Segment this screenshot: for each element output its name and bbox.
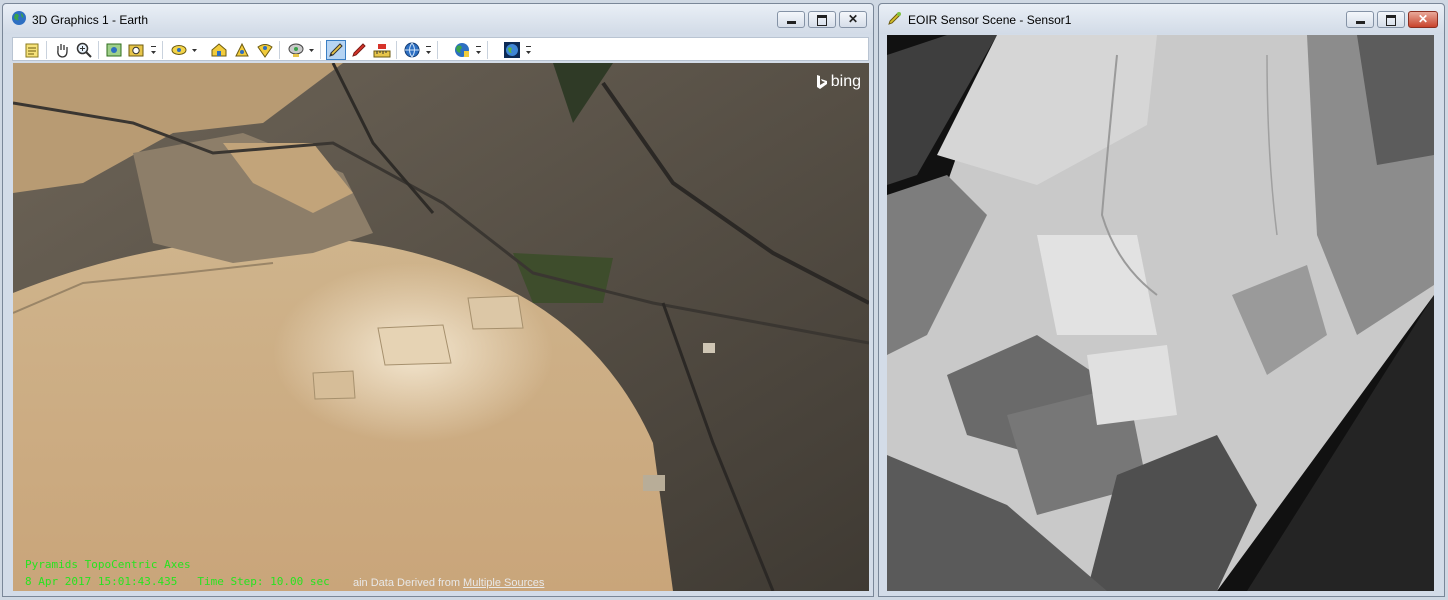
sensor-grayscale-image: [887, 35, 1434, 591]
chevron-down-icon[interactable]: [525, 44, 532, 56]
bing-icon: [816, 75, 827, 89]
sensor-window: EOIR Sensor Scene - Sensor1 ✕: [878, 3, 1445, 597]
scenario-time: 8 Apr 2017 15:01:43.435: [25, 575, 178, 588]
home-view-icon[interactable]: [210, 41, 228, 59]
chevron-down-icon[interactable]: [191, 44, 198, 56]
chevron-down-icon[interactable]: [150, 44, 157, 56]
close-icon: ✕: [1417, 12, 1429, 26]
sensor-icon: [888, 12, 901, 25]
view-from-icon[interactable]: [170, 41, 188, 59]
window-title: 3D Graphics 1 - Earth: [32, 13, 149, 27]
close-icon: ✕: [847, 12, 859, 26]
chevron-down-icon[interactable]: [425, 44, 432, 56]
camera-icon[interactable]: [127, 41, 145, 59]
zoom-icon[interactable]: [75, 41, 93, 59]
maximize-button[interactable]: [1377, 11, 1405, 28]
map-view-icon[interactable]: [105, 41, 123, 59]
globe-icon[interactable]: [403, 41, 421, 59]
sensor-title-bar[interactable]: EOIR Sensor Scene - Sensor1 ✕: [879, 4, 1444, 34]
earth-icon: [12, 11, 26, 25]
ruler-icon[interactable]: [373, 41, 391, 59]
window-title: EOIR Sensor Scene - Sensor1: [908, 13, 1072, 27]
maximize-button[interactable]: [808, 11, 836, 28]
3d-globe-viewport[interactable]: bing Pyramids TopoCentric Axes 8 Apr 201…: [13, 63, 869, 591]
bing-label: bing: [830, 73, 861, 90]
graphics-window: 3D Graphics 1 - Earth ✕ bing Pyramids To…: [2, 3, 874, 597]
red-pen-icon[interactable]: [350, 41, 368, 59]
credit-sources-link[interactable]: Multiple Sources: [463, 577, 544, 589]
eoir-sensor-viewport[interactable]: [887, 35, 1434, 591]
graphics-title-bar[interactable]: 3D Graphics 1 - Earth ✕: [3, 4, 873, 34]
terrain-credit: ain Data Derived from Multiple Sources: [353, 577, 544, 589]
orient-icon[interactable]: [256, 41, 274, 59]
minimize-button[interactable]: [1346, 11, 1374, 28]
zoom-to-icon[interactable]: [233, 41, 251, 59]
credit-text: ain Data Derived from: [353, 577, 464, 589]
satellite-terrain-image: [13, 63, 869, 591]
axes-overlay-label: Pyramids TopoCentric Axes: [25, 558, 191, 571]
time-overlay: 8 Apr 2017 15:01:43.435 Time Step: 10.00 …: [25, 575, 330, 588]
chevron-down-icon[interactable]: [308, 44, 315, 56]
properties-icon[interactable]: [23, 41, 41, 59]
graphics-toolbar: [12, 37, 869, 61]
measure-icon[interactable]: [287, 41, 305, 59]
close-button[interactable]: ✕: [839, 11, 867, 28]
time-step: Time Step: 10.00 sec: [197, 575, 330, 588]
pencil-icon[interactable]: [326, 40, 346, 60]
pan-hand-icon[interactable]: [53, 41, 71, 59]
chevron-down-icon[interactable]: [475, 44, 482, 56]
earth-image-icon[interactable]: [503, 41, 521, 59]
close-button[interactable]: ✕: [1408, 11, 1438, 28]
bing-logo: bing: [816, 73, 861, 91]
globe-terrain-icon[interactable]: [453, 41, 471, 59]
minimize-button[interactable]: [777, 11, 805, 28]
